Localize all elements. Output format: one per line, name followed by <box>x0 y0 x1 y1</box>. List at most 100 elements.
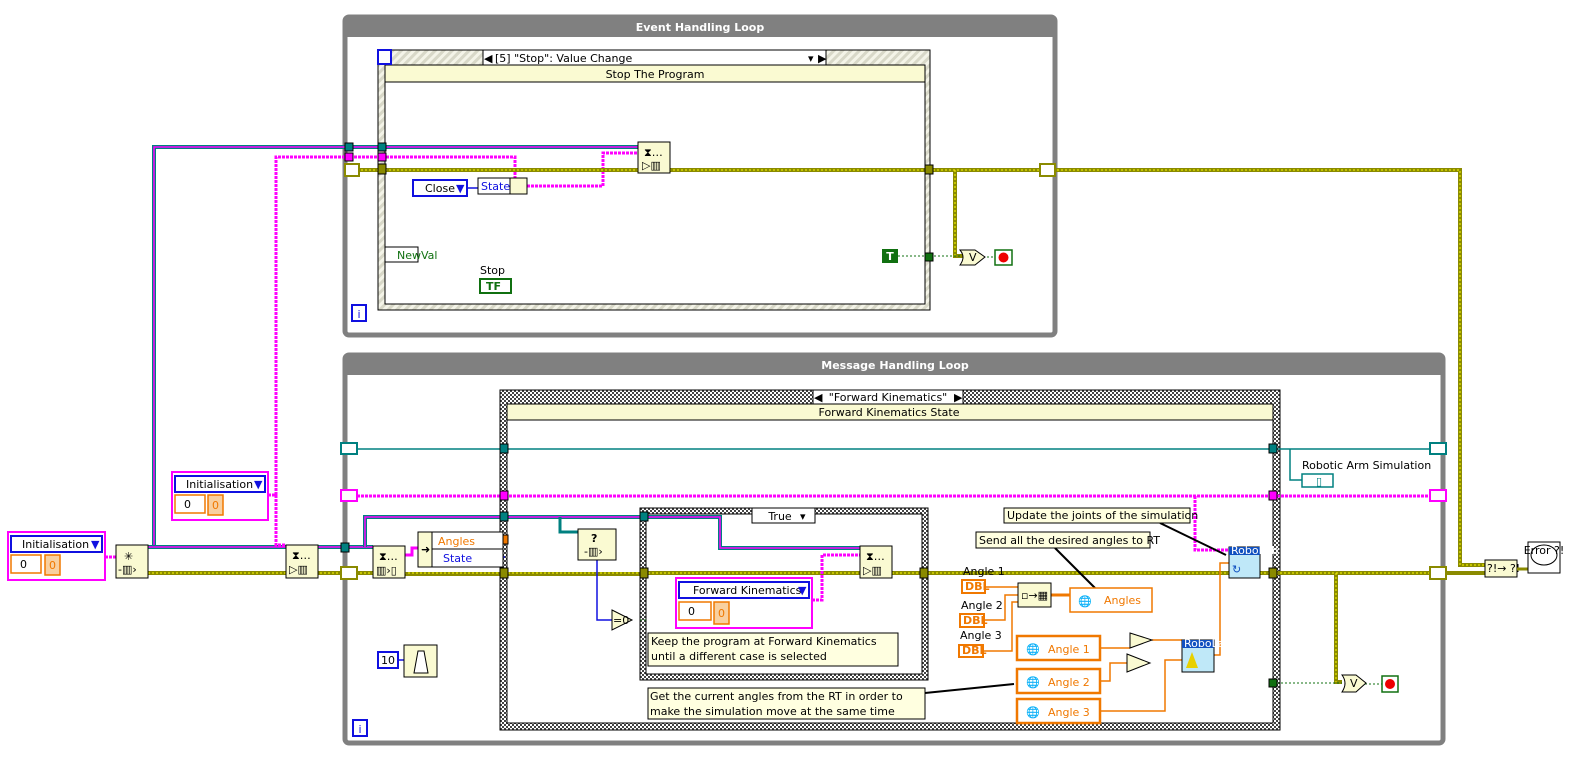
robolab-label: RoboLab <box>1231 544 1278 557</box>
bundle-by-name-node[interactable]: State <box>477 177 528 195</box>
event-selector[interactable]: [5] "Stop": Value Change ▾ ◀ ▶ <box>482 49 827 66</box>
block-diagram: Event Handling Loop i Stop The Program [… <box>7 14 1565 746</box>
message-loop-title: Message Handling Loop <box>821 359 969 372</box>
timeout-hourglass-icon <box>377 49 392 65</box>
error-handler-label: Error ?! <box>1524 544 1565 557</box>
angle-label: Angle 3 <box>960 629 1002 642</box>
shared-variable-angle-2-read[interactable]: 🌐 Angle 2 <box>1015 667 1102 695</box>
comment-update-joints: Update the joints of the simulation <box>1003 507 1198 524</box>
wait-ms-constant[interactable]: 10 <box>377 651 399 669</box>
sv-name: Angle 3 <box>1048 706 1090 719</box>
event-selector-label: [5] "Stop": Value Change <box>495 52 632 65</box>
robolab-label: RoboLab <box>1184 637 1231 650</box>
dequeue-element-node[interactable]: ⧗… ▥›▯ <box>372 545 406 579</box>
merge-errors-icon: ?!→ ?! <box>1487 562 1520 575</box>
shared-variable-angle-1-read[interactable]: 🌐 Angle 1 <box>1015 634 1102 662</box>
init-array-value: 0 <box>212 499 219 512</box>
globe-icon: 🌐 <box>1026 676 1040 689</box>
get-queue-status-node[interactable]: ? -▥› <box>577 528 617 561</box>
case-selector[interactable]: "Forward Kinematics" ◀ ▶ <box>812 389 964 405</box>
inner-case-selector[interactable]: True <box>767 510 792 523</box>
stop-icon <box>998 252 1009 263</box>
comment-keep-state: Keep the program at Forward Kinematics u… <box>647 632 899 667</box>
newval-label: NewVal <box>397 249 437 262</box>
sv-name: Angle 1 <box>1048 643 1090 656</box>
dbl-type: DBL <box>965 580 990 593</box>
error-handler-node[interactable]: Error ?! <box>1524 541 1565 574</box>
comment-get-angles: Get the current angles from the RT in or… <box>647 687 926 720</box>
globe-icon: 🌐 <box>1026 706 1040 719</box>
increment-arrow-icon[interactable]: ▶ <box>954 391 963 404</box>
chevron-down-icon[interactable]: ▾ <box>808 52 814 65</box>
chevron-down-icon[interactable]: ▾ <box>800 510 806 523</box>
enqueue-element-node[interactable]: ⧗… ▷▥ <box>637 141 671 174</box>
sv-name: Angles <box>1104 594 1141 607</box>
queue-glyph-icon: -▥› <box>584 545 603 558</box>
build-array-node[interactable]: ▫→▦ <box>1017 582 1052 608</box>
event-loop-title: Event Handling Loop <box>636 21 765 34</box>
build-array-icon: ▫→▦ <box>1021 589 1048 602</box>
comment-send-angles: Send all the desired angles to RT <box>975 531 1160 549</box>
increment-arrow-icon[interactable]: ▶ <box>818 52 827 65</box>
bundle-field-state: State <box>481 180 510 193</box>
chevron-down-icon[interactable]: ▼ <box>456 182 465 195</box>
enqueue-element-node[interactable]: ⧗… ▷▥ <box>285 544 319 579</box>
globe-icon: 🌐 <box>1026 643 1040 656</box>
merge-errors-node[interactable]: ?!→ ?! <box>1484 559 1520 578</box>
queue-icon: ⧗… <box>866 550 885 563</box>
initialisation-cluster-constant[interactable]: Initialisation ▼ 0 0 <box>171 471 269 521</box>
decrement-arrow-icon[interactable]: ◀ <box>814 391 823 404</box>
fk-array-value: 0 <box>718 607 725 620</box>
enqueue-element-node[interactable]: ⧗… ▷▥ <box>859 545 893 579</box>
init-num-value: 0 <box>20 558 27 571</box>
or-label: V <box>1350 677 1358 690</box>
chevron-down-icon[interactable]: ▼ <box>798 584 807 597</box>
decrement-arrow-icon[interactable]: ◀ <box>484 52 493 65</box>
stop-tf-label: TF <box>486 280 501 293</box>
queue-icon: ⧗… <box>379 550 398 563</box>
angle-label: Angle 1 <box>963 565 1005 578</box>
case-selector-label: "Forward Kinematics" <box>829 391 947 404</box>
wait-ms-value: 10 <box>381 654 395 667</box>
queue-glyph-icon: -▥› <box>118 563 137 576</box>
obtain-queue-node[interactable]: ✳ -▥› <box>115 544 149 579</box>
chevron-down-icon[interactable]: ▼ <box>254 478 263 491</box>
loop-stop-terminal[interactable] <box>994 249 1013 266</box>
or-label: V <box>969 251 977 264</box>
stop-label: Stop <box>480 264 505 277</box>
sim-ref-label: Robotic Arm Simulation <box>1302 459 1431 472</box>
stop-icon <box>1385 679 1395 689</box>
comment-text: Get the current angles from the RT in or… <box>650 690 903 718</box>
shared-variable-angle-3-read[interactable]: 🌐 Angle 3 <box>1015 697 1102 725</box>
unbundle-arrow-icon: ➜ <box>421 543 430 556</box>
shared-variable-angles-write[interactable]: 🌐 Angles <box>1069 587 1153 613</box>
initialisation-cluster-constant[interactable]: Initialisation ▼ 0 0 <box>7 531 106 581</box>
iteration-label: i <box>357 308 360 321</box>
angle-label: Angle 2 <box>961 599 1003 612</box>
unbundle-by-name-node[interactable]: ➜ Angles State <box>417 531 504 568</box>
event-case-label: Stop The Program <box>606 68 705 81</box>
queue-glyph-icon: ▥›▯ <box>376 564 397 577</box>
iteration-label: i <box>358 723 361 736</box>
robotic-arm-simulation-refnum[interactable]: ▯ <box>1301 473 1334 488</box>
comment-text: Keep the program at Forward Kinematics u… <box>651 635 877 663</box>
init-enum-value: Initialisation <box>186 478 253 491</box>
wait-node[interactable] <box>403 644 438 678</box>
equal-zero-label: =0 <box>613 614 629 627</box>
init-num-value: 0 <box>184 498 191 511</box>
loop-stop-terminal[interactable] <box>1381 675 1399 693</box>
stop-boolean-terminal[interactable]: TF <box>479 278 512 294</box>
chevron-down-icon[interactable]: ▼ <box>91 538 100 551</box>
true-label: T <box>886 250 894 263</box>
case-label: Forward Kinematics State <box>819 406 960 419</box>
refresh-icon: ↻ <box>1232 563 1241 576</box>
close-enum-constant[interactable]: Close ▼ <box>412 179 468 197</box>
true-constant[interactable]: T <box>882 249 898 263</box>
queue-icon: ⧗… <box>644 146 663 159</box>
queue-glyph-icon: ▷▥ <box>642 159 661 172</box>
unbundle-field-state: State <box>443 552 472 565</box>
queue-icon: ⧗… <box>292 549 311 562</box>
globe-icon: 🌐 <box>1078 595 1092 608</box>
sv-name: Angle 2 <box>1048 676 1090 689</box>
forward-kinematics-cluster-constant[interactable]: Forward Kinematics ▼ 0 0 <box>675 577 813 629</box>
